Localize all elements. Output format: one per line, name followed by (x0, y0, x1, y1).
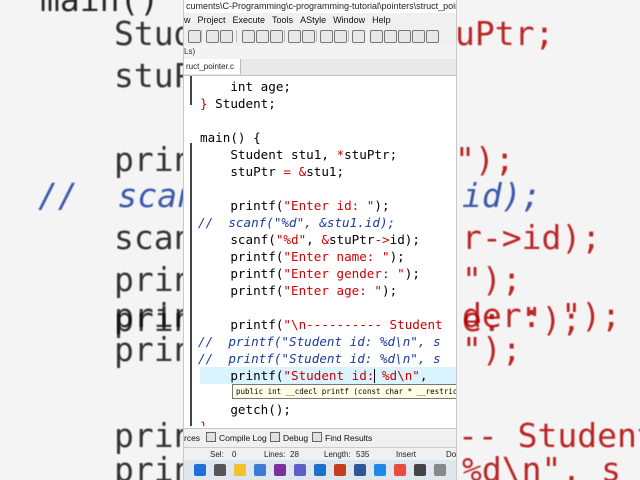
menu-item-project[interactable]: Project (198, 15, 226, 25)
tab-find-results[interactable]: Find Results (312, 429, 372, 447)
background-code-line: stuP (114, 56, 194, 95)
menu-bar: w Project Execute Tools AStyle Window Help (184, 13, 456, 27)
layout-icon[interactable] (370, 30, 383, 43)
goto-icon[interactable] (270, 30, 283, 43)
code-line[interactable]: printf("Enter gender: "); (200, 265, 420, 282)
code-editor[interactable]: int age;} Student; main() { Student stu1,… (184, 76, 456, 426)
tab-debug[interactable]: Debug (270, 429, 308, 447)
app-icon[interactable] (434, 464, 446, 476)
background-code-tail: "); (455, 140, 515, 179)
code-line[interactable]: // printf("Student id: %d\n", s (198, 333, 441, 350)
bottom-tab-label: Find Results (325, 433, 373, 443)
code-line[interactable]: getch(); (200, 401, 291, 418)
edge-icon[interactable] (374, 464, 386, 476)
background-code-tail: "); (462, 260, 522, 299)
code-line[interactable]: stuPtr = &stu1; (200, 163, 344, 180)
window-icon[interactable] (398, 30, 411, 43)
file-explorer-icon[interactable] (234, 464, 246, 476)
code-line[interactable]: } Student; (200, 95, 276, 112)
status-bar: Sel: 0 Lines: 28 Length: 535 Insert Do (184, 447, 456, 461)
search-icon[interactable] (214, 464, 226, 476)
menu-item-help[interactable]: Help (372, 15, 391, 25)
code-line[interactable]: // scanf("%d", &stu1.id); (198, 214, 395, 231)
chrome-icon[interactable] (394, 464, 406, 476)
outlook-icon[interactable] (314, 464, 326, 476)
current-code-line[interactable]: printf("Student id: %d\n", (200, 367, 456, 384)
code-line[interactable]: int age; (200, 78, 291, 95)
redo-icon[interactable] (220, 30, 233, 43)
windows-taskbar (184, 460, 456, 480)
menu-item-w[interactable]: w (184, 15, 191, 25)
settings-icon[interactable] (426, 30, 439, 43)
toolbar-separator (284, 30, 285, 42)
find-icon[interactable] (242, 30, 255, 43)
code-line[interactable]: Student stu1, *stuPtr; (200, 146, 397, 163)
code-line[interactable]: } (200, 418, 208, 426)
bottom-tab-label: Compile Log (219, 433, 267, 443)
bookmark-icon[interactable] (352, 30, 365, 43)
cut-icon[interactable] (188, 30, 201, 43)
code-line[interactable]: main() { (200, 129, 261, 146)
devcpp-icon[interactable] (414, 464, 426, 476)
editor-tab-bar: ruct_pointer.c (184, 59, 456, 76)
grid-icon[interactable] (384, 30, 397, 43)
toolbar-separator (316, 30, 317, 42)
function-signature-tooltip: public int __cdecl printf (const char * … (232, 384, 456, 399)
fold-marker[interactable] (190, 143, 192, 426)
compile-log-icon (206, 432, 216, 442)
photos-icon[interactable] (254, 464, 266, 476)
menu-item-execute[interactable]: Execute (233, 15, 266, 25)
background-code-tail: id); (462, 176, 542, 215)
menu-item-astyle[interactable]: AStyle (300, 15, 326, 25)
bottom-panel-tabs: rces Compile Log Debug Find Results (184, 428, 456, 447)
toolbar-secondary: Ls) (184, 45, 456, 60)
code-line[interactable]: scanf("%d", &stuPtr->id); (200, 231, 420, 248)
toolbar-separator (201, 30, 202, 42)
code-line[interactable]: // printf("Student id: %d\n", s (198, 350, 441, 367)
undo-icon[interactable] (206, 30, 219, 43)
background-code-line: prin (114, 330, 194, 369)
tab-resources[interactable]: rces (184, 429, 200, 447)
debug-icon[interactable] (320, 30, 333, 43)
tab-compile-log[interactable]: Compile Log (206, 429, 267, 447)
toolbar-separator (348, 30, 349, 42)
background-code-tail: r->id); (462, 218, 602, 257)
windows-icon[interactable] (194, 464, 206, 476)
run-icon[interactable] (302, 30, 315, 43)
background-code-tail: %d\n", s (462, 450, 621, 480)
compile-icon[interactable] (288, 30, 301, 43)
menu-item-tools[interactable]: Tools (272, 15, 293, 25)
find-replace-icon[interactable] (256, 30, 269, 43)
background-code-tail: uPtr; (455, 14, 555, 53)
background-code-line: Stud (114, 14, 194, 53)
toolbar-separator (236, 30, 237, 42)
code-line[interactable]: printf("Enter id: "); (200, 197, 389, 214)
window-title: cuments\C-Programming\c-programming-tuto… (184, 0, 456, 13)
compiler-label: Ls) (184, 47, 196, 56)
menu-item-window[interactable]: Window (333, 15, 365, 25)
text-cursor (374, 369, 375, 383)
powerpoint-icon[interactable] (334, 464, 346, 476)
stop-icon[interactable] (334, 30, 347, 43)
bottom-tab-label: Debug (283, 433, 309, 443)
code-line[interactable]: printf("Enter age: "); (200, 282, 397, 299)
tab-struct-pointer[interactable]: ruct_pointer.c (184, 59, 242, 74)
debug-icon (270, 432, 280, 442)
dev-cpp-window: cuments\C-Programming\c-programming-tuto… (184, 0, 456, 480)
background-code-tail: "); (462, 330, 522, 369)
check-icon[interactable] (412, 30, 425, 43)
word-icon[interactable] (354, 464, 366, 476)
bottom-tab-label: rces (184, 433, 201, 443)
fold-marker[interactable] (190, 76, 192, 105)
code-line[interactable]: printf("\n---------- Student (200, 316, 442, 333)
teams-icon[interactable] (294, 464, 306, 476)
onenote-icon[interactable] (274, 464, 286, 476)
toolbar (184, 27, 456, 46)
code-line[interactable]: printf("Enter name: "); (200, 248, 404, 265)
find-results-icon (312, 432, 322, 442)
